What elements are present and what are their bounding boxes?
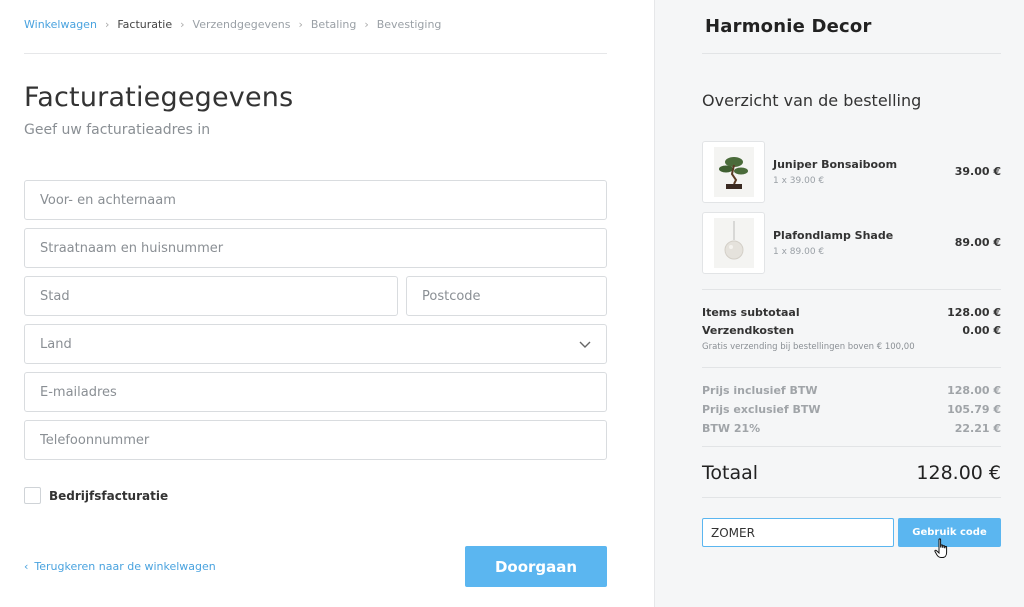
- breadcrumb-confirmation: Bevestiging: [376, 18, 442, 31]
- shipping-row: Verzendkosten 0.00 €: [702, 324, 1001, 337]
- price-incl-vat-row: Prijs inclusief BTW 128.00 €: [702, 384, 1001, 397]
- divider: [702, 367, 1001, 368]
- city-field[interactable]: [24, 276, 398, 316]
- email-input[interactable]: [40, 384, 606, 400]
- breadcrumb-separator: ›: [364, 18, 369, 31]
- vat-label: BTW 21%: [702, 422, 761, 435]
- divider: [702, 446, 1001, 447]
- item-name: Plafondlamp Shade: [773, 229, 894, 242]
- total-label: Totaal: [702, 462, 759, 484]
- shipping-label: Verzendkosten: [702, 324, 795, 337]
- coupon-field[interactable]: [702, 518, 894, 547]
- billing-panel: Winkelwagen › Facturatie › Verzendgegeve…: [0, 0, 654, 607]
- breadcrumb-shipping: Verzendgegevens: [192, 18, 291, 31]
- phone-input[interactable]: [40, 432, 606, 448]
- postcode-input[interactable]: [422, 288, 606, 304]
- name-field[interactable]: [24, 180, 607, 220]
- item-thumbnail: [702, 141, 765, 203]
- breadcrumb: Winkelwagen › Facturatie › Verzendgegeve…: [24, 18, 441, 31]
- subtotal-label: Items subtotaal: [702, 306, 800, 319]
- email-field[interactable]: [24, 372, 607, 412]
- price-excl-vat-label: Prijs exclusief BTW: [702, 403, 821, 416]
- name-input[interactable]: [40, 192, 606, 208]
- order-item: Juniper Bonsaiboom 1 x 39.00 € 39.00 €: [702, 141, 1001, 203]
- postcode-field[interactable]: [406, 276, 607, 316]
- phone-field[interactable]: [24, 420, 607, 460]
- divider: [702, 497, 1001, 498]
- breadcrumb-billing: Facturatie: [117, 18, 173, 31]
- city-input[interactable]: [40, 288, 397, 304]
- business-billing-checkbox[interactable]: [24, 487, 41, 504]
- country-select[interactable]: Land: [24, 324, 607, 364]
- price-excl-vat-value: 105.79 €: [947, 403, 1001, 416]
- lamp-image: [713, 218, 754, 268]
- chevron-left-icon: ‹: [24, 560, 29, 573]
- free-shipping-note: Gratis verzending bij bestellingen boven…: [702, 342, 915, 352]
- bonsai-image: [713, 147, 754, 197]
- item-price: 89.00 €: [954, 236, 1001, 249]
- total-value: 128.00 €: [916, 462, 1001, 484]
- divider: [702, 289, 1001, 290]
- divider: [24, 53, 607, 54]
- breadcrumb-separator: ›: [104, 18, 110, 31]
- order-summary-title: Overzicht van de bestelling: [702, 91, 922, 110]
- item-price: 39.00 €: [954, 165, 1001, 178]
- price-incl-vat-label: Prijs inclusief BTW: [702, 384, 818, 397]
- breadcrumb-cart[interactable]: Winkelwagen: [24, 18, 97, 31]
- item-thumbnail: [702, 212, 765, 274]
- item-quantity: 1 x 89.00 €: [773, 247, 825, 257]
- street-field[interactable]: [24, 228, 607, 268]
- chevron-down-icon: [579, 341, 591, 348]
- shipping-value: 0.00 €: [962, 324, 1001, 337]
- street-input[interactable]: [40, 240, 606, 256]
- page-subtitle: Geef uw facturatieadres in: [24, 122, 211, 138]
- back-to-cart-label: Terugkeren naar de winkelwagen: [34, 560, 216, 573]
- vat-value: 22.21 €: [954, 422, 1001, 435]
- item-quantity: 1 x 39.00 €: [773, 176, 825, 186]
- coupon-input[interactable]: [711, 525, 893, 540]
- back-to-cart-link[interactable]: ‹ Terugkeren naar de winkelwagen: [24, 560, 216, 573]
- business-billing-label: Bedrijfsfacturatie: [49, 488, 169, 503]
- vat-row: BTW 21% 22.21 €: [702, 422, 1001, 435]
- subtotal-value: 128.00 €: [947, 306, 1001, 319]
- business-billing-option[interactable]: Bedrijfsfacturatie: [24, 487, 168, 504]
- page-title: Facturatiegegevens: [24, 82, 294, 113]
- breadcrumb-separator: ›: [180, 18, 185, 31]
- order-item: Plafondlamp Shade 1 x 89.00 € 89.00 €: [702, 212, 1001, 274]
- price-excl-vat-row: Prijs exclusief BTW 105.79 €: [702, 403, 1001, 416]
- divider: [702, 53, 1001, 54]
- price-incl-vat-value: 128.00 €: [947, 384, 1001, 397]
- item-name: Juniper Bonsaiboom: [773, 158, 898, 171]
- country-select-value: Land: [40, 336, 72, 352]
- breadcrumb-payment: Betaling: [310, 18, 357, 31]
- brand-logo: Harmonie Decor: [705, 16, 872, 37]
- hand-cursor-icon: [934, 538, 948, 558]
- subtotal-row: Items subtotaal 128.00 €: [702, 306, 1001, 319]
- continue-button[interactable]: Doorgaan: [465, 546, 607, 587]
- breadcrumb-separator: ›: [298, 18, 303, 31]
